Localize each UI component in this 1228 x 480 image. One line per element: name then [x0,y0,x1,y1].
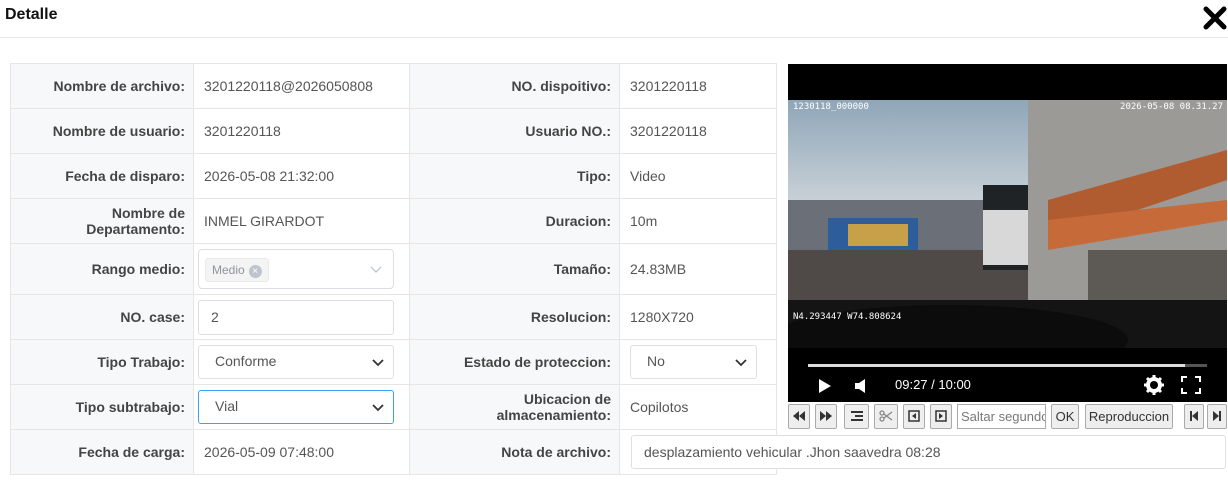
no-case-input[interactable]: 2 [198,299,394,335]
skip-start-icon[interactable] [1184,404,1204,429]
prev-frame-icon[interactable] [903,404,925,429]
label-estado-proteccion: Estado de proteccion: [409,339,620,385]
value-fecha-carga: 2026-05-09 07:48:00 [193,429,410,475]
progress-fill [808,364,1186,367]
label-rango-medio: Rango medio: [10,243,194,295]
label-fecha-carga: Fecha de carga: [10,429,194,475]
rango-medio-tag: Medio × [205,258,269,282]
label-tipo-trabajo: Tipo Trabajo: [10,339,194,385]
value-departamento: INMEL GIRARDOT [193,198,410,244]
progress-bar[interactable] [808,364,1207,367]
value-usuario-no: 3201220118 [619,108,777,154]
dialog-header: Detalle [0,0,1228,38]
label-resolucion: Resolucion: [409,294,620,340]
label-duracion: Duracion: [409,198,620,244]
overlay-device-id: 1230118_000000 [793,102,869,112]
label-nombre-archivo: Nombre de archivo: [10,63,194,109]
tipo-subtrabajo-select[interactable]: Vial [198,390,394,424]
playback-button[interactable]: Reproduccion [1085,404,1173,429]
volume-icon[interactable] [854,378,868,394]
close-icon[interactable] [1203,6,1227,30]
tag-remove-icon[interactable]: × [248,265,262,278]
dialog-title: Detalle [5,6,58,23]
rango-medio-select[interactable]: Medio × [198,249,394,289]
tipo-subtrabajo-value: Vial [215,398,239,414]
label-no-dispositivo: NO. dispoitivo: [409,63,620,109]
video-scene [788,100,1227,348]
value-tamano: 24.83MB [619,243,777,295]
value-nombre-usuario: 3201220118 [193,108,410,154]
chevron-down-icon [372,404,384,412]
ok-button[interactable]: OK [1051,404,1079,429]
label-no-case: NO. case: [10,294,194,340]
overlay-gps: N4.293447 W74.808624 [793,312,902,322]
chevron-down-icon [735,359,747,367]
value-ubicacion: Copilotos [619,384,777,430]
label-ubicacion: Ubicacion de almacenamiento: [409,384,620,430]
value-duracion: 10m [619,198,777,244]
scissors-icon[interactable] [874,404,898,429]
label-nota-archivo: Nota de archivo: [409,429,620,475]
label-tipo-subtrabajo: Tipo subtrabajo: [10,384,194,430]
video-player[interactable]: 1230118_000000 2026-05-08 08.31.27 N4.29… [788,64,1227,402]
value-nombre-archivo: 3201220118@2026050808 [193,63,410,109]
label-tipo: Tipo: [409,153,620,199]
estado-proteccion-select[interactable]: No [630,345,757,379]
playback-toolbar: Saltar segundos OK Reproduccion [788,404,1228,430]
label-fecha-disparo: Fecha de disparo: [10,153,194,199]
label-tamano: Tamaño: [409,243,620,295]
label-nombre-usuario: Nombre de usuario: [10,108,194,154]
settings-icon[interactable] [1144,375,1164,395]
overlay-datetime: 2026-05-08 08.31.27 [1120,102,1223,112]
rewind-icon[interactable] [788,404,810,429]
value-fecha-disparo: 2026-05-08 21:32:00 [193,153,410,199]
tipo-trabajo-select[interactable]: Conforme [198,345,394,379]
list-icon[interactable] [844,404,869,429]
chevron-down-icon [370,266,382,273]
tag-label: Medio [212,263,245,277]
next-frame-icon[interactable] [930,404,952,429]
value-resolucion: 1280X720 [619,294,777,340]
fast-forward-icon[interactable] [815,404,837,429]
detail-table: Nombre de archivo: 3201220118@2026050808… [10,63,777,475]
label-departamento: Nombre de Departamento: [10,198,194,244]
time-display: 09:27 / 10:00 [895,377,971,392]
skip-end-icon[interactable] [1207,404,1227,429]
value-no-dispositivo: 3201220118 [619,63,777,109]
nota-archivo-input[interactable]: desplazamiento vehicular .Jhon saavedra … [631,435,1226,469]
estado-proteccion-value: No [647,353,665,369]
fullscreen-icon[interactable] [1181,376,1201,394]
tipo-trabajo-value: Conforme [215,353,277,369]
value-tipo: Video [619,153,777,199]
video-frame[interactable]: 1230118_000000 2026-05-08 08.31.27 N4.29… [788,100,1227,348]
seek-seconds-input[interactable]: Saltar segundos [957,404,1046,429]
label-usuario-no: Usuario NO.: [409,108,620,154]
chevron-down-icon [372,359,384,367]
play-icon[interactable] [818,378,832,394]
